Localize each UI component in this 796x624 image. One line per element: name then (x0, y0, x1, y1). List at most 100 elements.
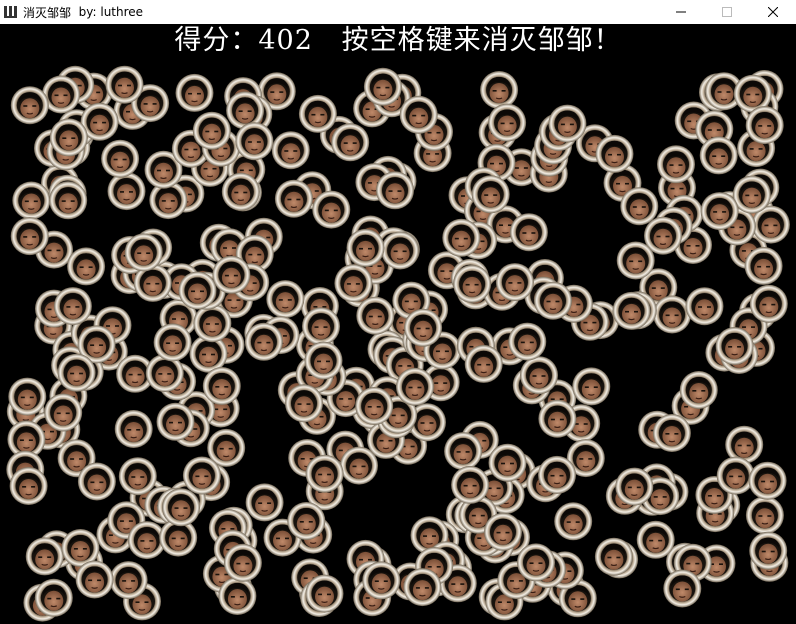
face-ball-icon (100, 139, 140, 179)
face-ball-icon (11, 180, 51, 221)
maximize-button[interactable] (704, 0, 750, 24)
window-title: 消灭邹邹 (23, 5, 72, 20)
score-label: 得分： (174, 25, 259, 56)
face-ball-icon (177, 270, 218, 311)
face-ball-icon (611, 291, 652, 331)
face-ball-icon (547, 103, 588, 144)
face-ball-icon (616, 240, 656, 281)
face-ball-icon (244, 322, 284, 362)
face-ball-icon (452, 264, 492, 304)
face-ball-icon (43, 392, 83, 433)
face-ball-icon (354, 386, 394, 426)
face-ball-icon (714, 326, 755, 366)
face-ball-icon (479, 70, 519, 110)
face-ball-icon (109, 560, 149, 600)
face-ball-icon (245, 482, 285, 523)
face-ball-icon (153, 322, 193, 362)
face-ball-icon (9, 466, 49, 506)
face-ball-icon (234, 121, 274, 161)
face-ball-icon (265, 279, 305, 319)
face-ball-icon (271, 130, 311, 170)
face-ball-icon (748, 531, 788, 571)
close-icon (768, 7, 778, 17)
sprite-layer (5, 65, 791, 623)
face-ball-icon (363, 67, 403, 107)
face-ball-icon (519, 355, 559, 395)
face-ball-icon (118, 456, 158, 496)
face-ball-icon (66, 246, 106, 286)
face-ball-icon (34, 578, 74, 618)
face-ball-icon (182, 455, 222, 496)
score-banner: 得分：402 按空格键来消灭邹邹！ (0, 24, 796, 58)
face-ball-icon (464, 344, 504, 384)
face-ball-icon (25, 536, 65, 577)
face-ball-icon (747, 461, 788, 501)
face-ball-icon (375, 170, 415, 210)
face-ball-icon (395, 367, 435, 407)
face-ball-icon (361, 560, 401, 601)
score-gap (313, 25, 342, 56)
score-value: 402 (258, 25, 313, 56)
face-ball-icon (495, 262, 535, 302)
face-ball-icon (516, 542, 556, 583)
face-ball-icon (402, 567, 442, 607)
minimize-button[interactable] (658, 0, 704, 24)
face-ball-icon (304, 573, 345, 614)
title-bar[interactable]: 消灭邹邹 by: luthree (0, 0, 796, 24)
face-ball-icon (533, 281, 573, 321)
face-ball-icon (211, 255, 251, 295)
face-ball-icon (487, 443, 528, 483)
face-ball-icon (305, 454, 345, 494)
face-ball-icon (745, 105, 785, 145)
face-ball-icon (636, 520, 676, 560)
face-ball-icon (745, 495, 785, 535)
face-ball-icon (355, 296, 395, 336)
face-ball-icon (7, 377, 47, 417)
close-button[interactable] (750, 0, 796, 24)
face-ball-icon (716, 456, 756, 496)
face-ball-icon (114, 409, 154, 449)
face-ball-icon (553, 501, 593, 541)
face-ball-icon (537, 399, 578, 439)
face-ball-icon (286, 501, 326, 541)
face-ball-icon (399, 95, 439, 135)
face-ball-icon (74, 559, 115, 600)
face-ball-icon (537, 455, 577, 495)
face-ball-icon (487, 102, 527, 143)
face-ball-icon (749, 284, 789, 324)
window-author (71, 5, 79, 19)
face-ball-icon (450, 465, 490, 505)
face-ball-icon (192, 111, 232, 151)
face-ball-icon (311, 190, 351, 230)
face-ball-icon (619, 186, 659, 226)
face-ball-icon (652, 413, 692, 453)
face-ball-icon (380, 230, 420, 271)
app-icon (3, 4, 19, 20)
face-ball-icon (652, 294, 692, 335)
face-ball-icon (10, 85, 50, 125)
face-ball-icon (10, 216, 50, 256)
face-ball-icon (77, 461, 117, 502)
face-ball-icon (594, 134, 635, 174)
face-ball-icon (743, 246, 784, 286)
face-ball-icon (161, 487, 201, 527)
face-ball-icon (509, 212, 549, 252)
face-ball-icon (594, 537, 634, 577)
face-ball-icon (699, 191, 740, 231)
face-ball-icon (202, 366, 242, 406)
face-ball-icon (174, 73, 215, 113)
face-ball-icon (274, 179, 314, 219)
game-window: 消灭邹邹 by: luthree 得分：402 按空格键来消灭邹邹！ (0, 0, 796, 624)
game-canvas[interactable]: 得分：402 按空格键来消灭邹邹！ (0, 24, 796, 624)
face-ball-icon (483, 512, 523, 552)
face-ball-icon (345, 228, 386, 268)
face-ball-icon (217, 576, 257, 616)
face-ball-icon (507, 322, 547, 362)
face-ball-icon (301, 306, 341, 346)
face-ball-icon (732, 175, 772, 215)
game-hint: 按空格键来消灭邹邹！ (341, 25, 622, 56)
face-ball-icon (571, 366, 611, 406)
face-ball-icon (192, 303, 232, 343)
face-ball-icon (48, 180, 88, 220)
face-ball-icon (679, 370, 719, 410)
